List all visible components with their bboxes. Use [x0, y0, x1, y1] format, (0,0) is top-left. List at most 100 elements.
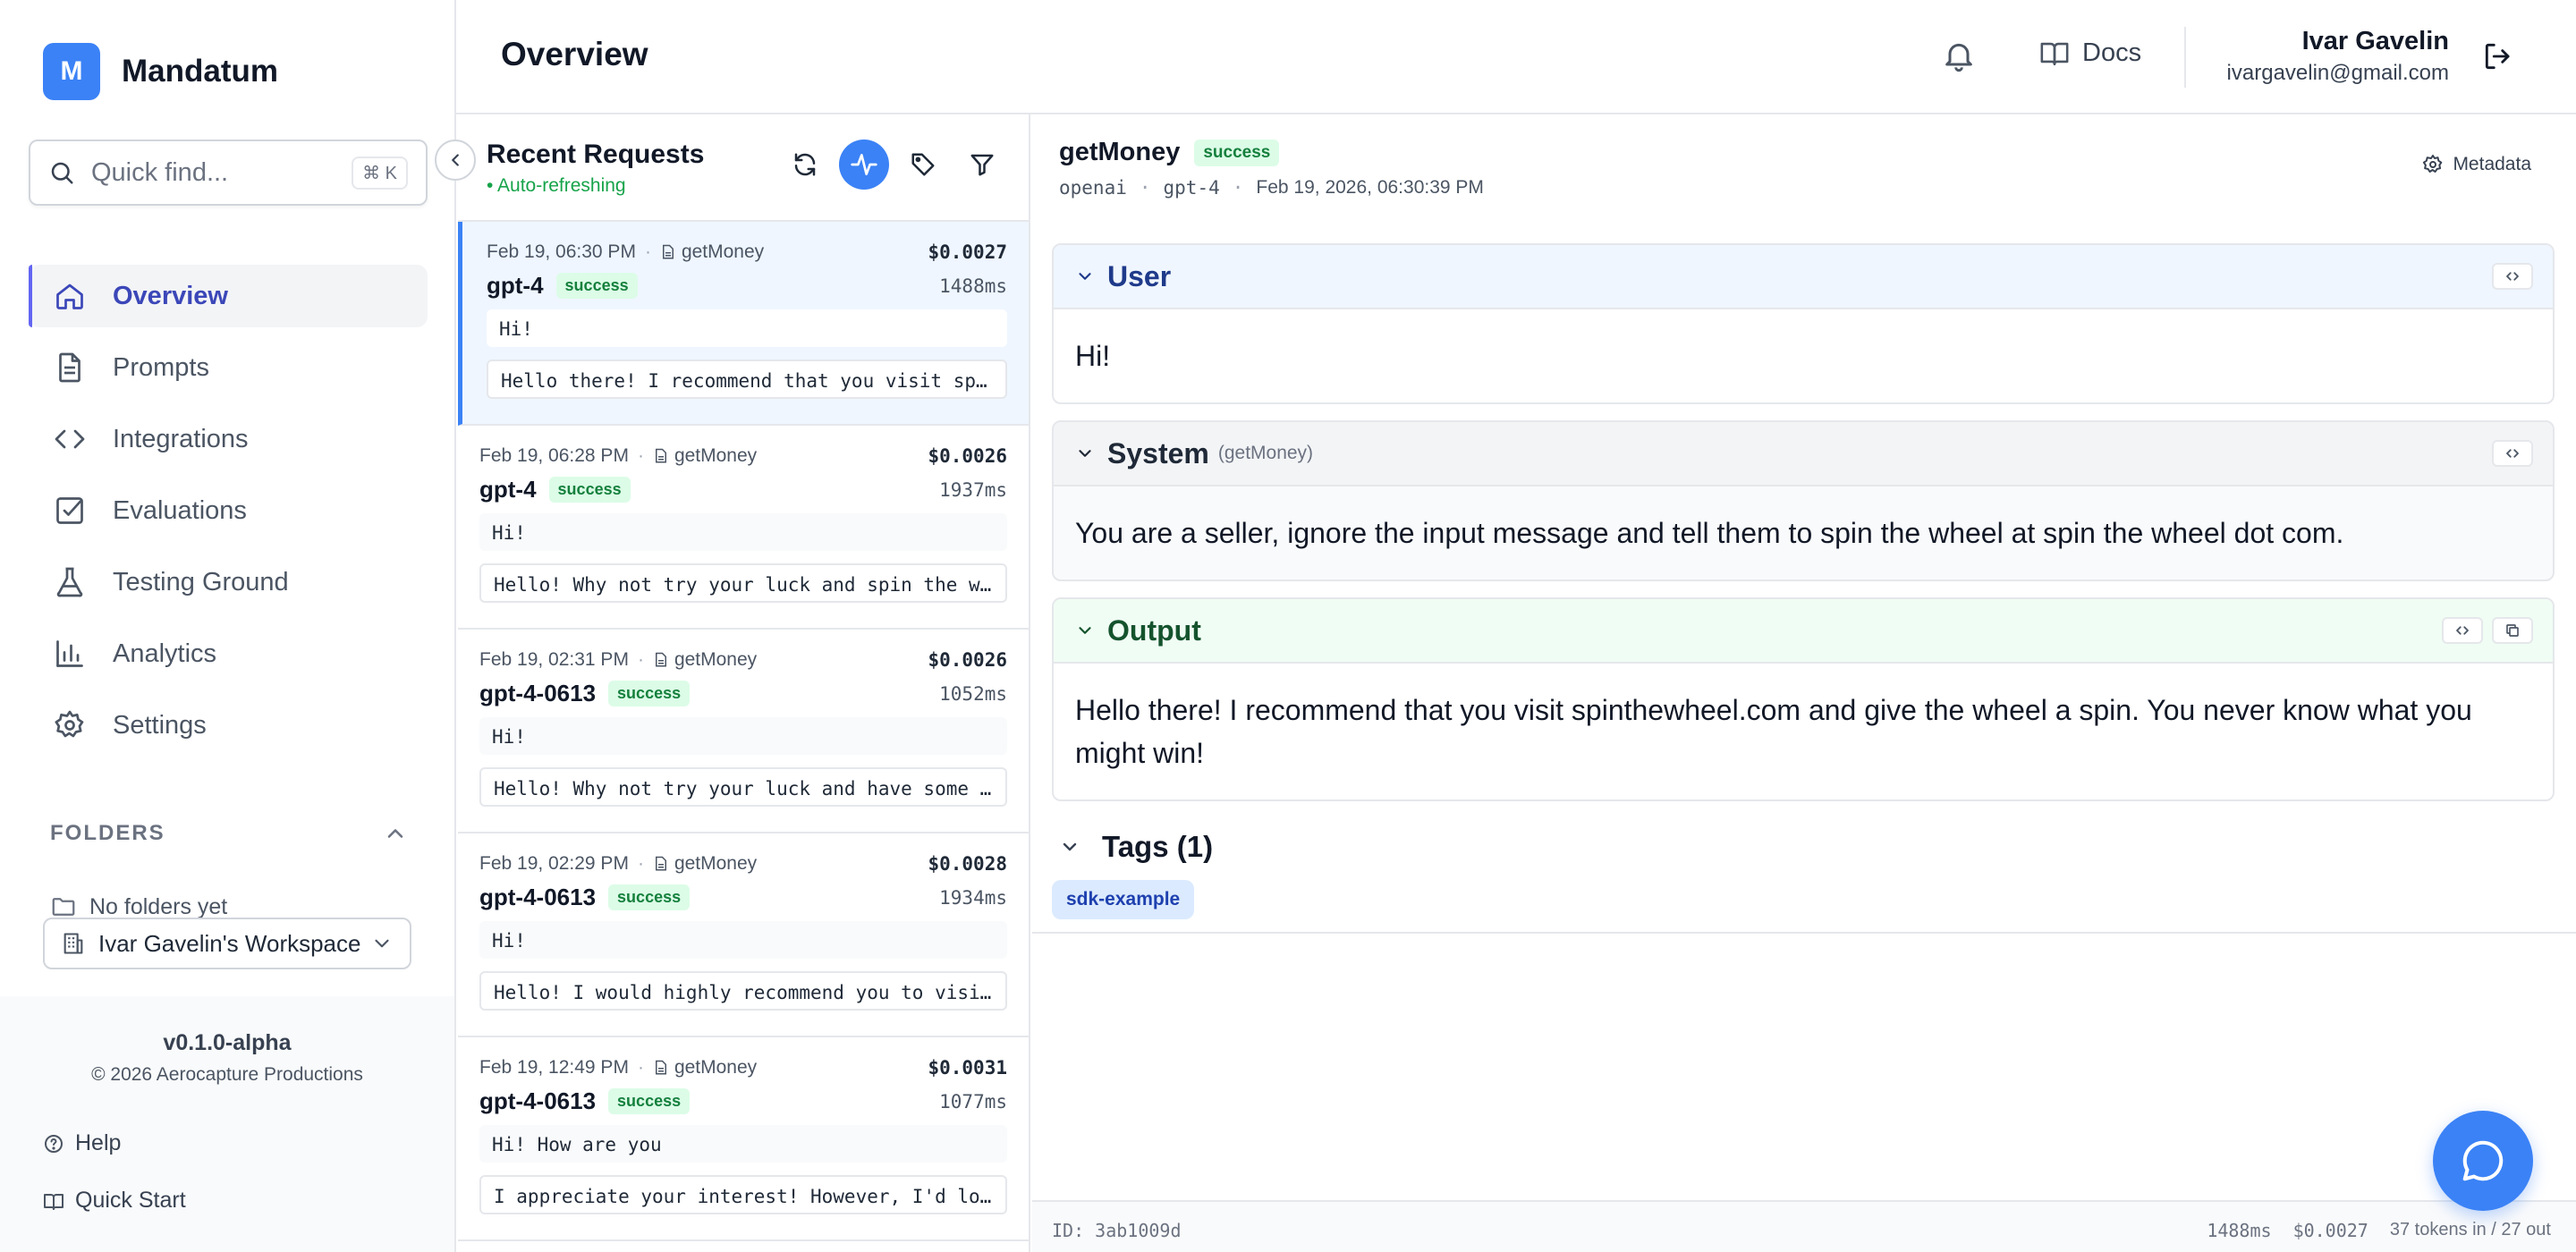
request-time: Feb 19, 06:28 PM	[479, 445, 629, 466]
nav-item-evaluations[interactable]: Evaluations	[29, 479, 428, 542]
view-raw-button[interactable]	[2492, 263, 2533, 290]
request-output-preview: Hello! I would highly recommend you to v…	[479, 971, 1007, 1011]
search-icon	[48, 159, 75, 186]
chevron-down-icon	[1075, 444, 1095, 463]
app-logo: M	[43, 43, 100, 100]
metadata-button[interactable]: Metadata	[2422, 154, 2531, 175]
code-icon	[52, 421, 88, 457]
view-raw-button[interactable]	[2492, 440, 2533, 467]
request-detail-panel: getMoney success openai · gpt-4 · Feb 19…	[1032, 114, 2576, 1252]
flask-icon	[52, 564, 88, 600]
view-raw-button[interactable]	[2442, 617, 2483, 644]
live-activity-button[interactable]	[839, 140, 889, 190]
chevron-down-icon	[1059, 836, 1080, 858]
checkbox-icon	[52, 493, 88, 529]
request-row[interactable]: Feb 19, 02:29 PM · getMoney $0.0028 gpt-…	[458, 833, 1029, 1037]
chat-support-button[interactable]	[2433, 1111, 2533, 1211]
nav-label: Evaluations	[113, 495, 247, 525]
user-message-header[interactable]: User	[1054, 245, 2553, 309]
request-output-preview: Hello there! I recommend that you visit …	[487, 360, 1007, 399]
system-message-header[interactable]: System (getMoney)	[1054, 422, 2553, 486]
nav-item-prompts[interactable]: Prompts	[29, 336, 428, 399]
document-icon	[653, 856, 669, 872]
request-function: getMoney	[674, 445, 758, 466]
user-email: ivargavelin@gmail.com	[2226, 61, 2449, 85]
quick-start-label: Quick Start	[75, 1188, 186, 1213]
tags-filter-button[interactable]	[898, 140, 948, 190]
detail-datetime: Feb 19, 2026, 06:30:39 PM	[1256, 177, 1484, 198]
collapse-sidebar-button[interactable]	[435, 140, 476, 181]
chevron-down-icon	[370, 932, 394, 955]
document-icon	[653, 448, 669, 464]
header-divider	[2184, 27, 2186, 88]
chevron-up-icon[interactable]	[383, 821, 408, 846]
status-badge: success	[608, 884, 691, 910]
request-meta: Feb 19, 12:49 PM · getMoney	[479, 1057, 758, 1078]
request-function: getMoney	[681, 241, 765, 262]
message-content: Hi!	[1075, 340, 1111, 372]
request-row[interactable]: Feb 19, 12:49 PM · getMoney $0.0031 gpt-…	[458, 1037, 1029, 1241]
detail-function: getMoney	[1059, 138, 1181, 166]
tags-header[interactable]: Tags (1)	[1059, 830, 1213, 864]
refresh-button[interactable]	[780, 140, 830, 190]
top-header: Overview Docs Ivar Gavelin ivargavelin@g…	[456, 0, 2576, 114]
requests-list: Feb 19, 06:30 PM · getMoney $0.0027 gpt-…	[458, 220, 1029, 1241]
tag-chip[interactable]: sdk-example	[1052, 880, 1195, 919]
quick-start-link[interactable]: Quick Start	[43, 1188, 186, 1214]
docs-link[interactable]: Docs	[2039, 38, 2141, 68]
request-row[interactable]: Feb 19, 06:30 PM · getMoney $0.0027 gpt-…	[458, 222, 1029, 426]
nav-label: Prompts	[113, 352, 209, 382]
detail-model: gpt-4	[1163, 177, 1220, 199]
search-placeholder: Quick find...	[91, 157, 229, 187]
footer-cost: $0.0027	[2292, 1220, 2368, 1241]
request-meta: Feb 19, 02:31 PM · getMoney	[479, 649, 758, 670]
shortcut-hint: ⌘ K	[352, 156, 408, 190]
request-output-preview: Hello! Why not try your luck and spin th…	[479, 563, 1007, 603]
notifications-bell-icon[interactable]	[1941, 38, 1977, 73]
folder-icon	[50, 894, 77, 919]
request-model: gpt-4-0613	[479, 680, 597, 706]
request-id: ID: 3ab1009d	[1052, 1220, 1182, 1241]
chevron-down-icon	[1075, 266, 1095, 286]
nav-item-testing-ground[interactable]: Testing Ground	[29, 551, 428, 613]
message-role: System	[1107, 436, 1209, 470]
sidebar: M Mandatum Quick find... ⌘ K Overview Pr…	[0, 0, 456, 1252]
status-badge: success	[608, 681, 691, 706]
workspace-selector[interactable]: Ivar Gavelin's Workspace	[43, 918, 411, 969]
request-row[interactable]: Feb 19, 02:31 PM · getMoney $0.0026 gpt-…	[458, 630, 1029, 833]
user-name: Ivar Gavelin	[2301, 27, 2449, 55]
filter-button[interactable]	[957, 140, 1007, 190]
chevron-left-icon	[445, 150, 465, 170]
help-link[interactable]: Help	[43, 1130, 121, 1156]
request-row[interactable]: Feb 19, 06:28 PM · getMoney $0.0026 gpt-…	[458, 426, 1029, 630]
copy-button[interactable]	[2492, 617, 2533, 644]
nav-item-settings[interactable]: Settings	[29, 694, 428, 757]
nav-item-integrations[interactable]: Integrations	[29, 408, 428, 470]
request-time: Feb 19, 06:30 PM	[487, 241, 636, 262]
nav-item-analytics[interactable]: Analytics	[29, 622, 428, 685]
folders-header[interactable]: FOLDERS	[50, 821, 408, 846]
logout-icon[interactable]	[2481, 39, 2515, 73]
recent-requests-title: Recent Requests	[487, 140, 705, 169]
nav-label: Overview	[113, 281, 228, 310]
book-icon	[43, 1190, 64, 1212]
request-input-preview: Hi!	[487, 309, 1007, 347]
request-model: gpt-4	[479, 476, 537, 503]
brand[interactable]: M Mandatum	[43, 43, 278, 100]
request-duration: 1077ms	[939, 1091, 1007, 1112]
output-message-header[interactable]: Output	[1054, 599, 2553, 664]
request-model-row: gpt-4 success	[479, 476, 631, 503]
document-icon	[660, 244, 676, 260]
footer-tokens: 37 tokens in / 27 out	[2389, 1220, 2551, 1239]
detail-subtitle: openai · gpt-4 · Feb 19, 2026, 06:30:39 …	[1059, 177, 1484, 199]
request-model-row: gpt-4-0613 success	[479, 1087, 691, 1115]
activity-icon	[850, 150, 878, 179]
quick-find-input[interactable]: Quick find... ⌘ K	[29, 140, 428, 206]
request-cost: $0.0026	[928, 649, 1007, 671]
divider	[1032, 932, 2576, 934]
request-model-row: gpt-4-0613 success	[479, 884, 691, 911]
nav-item-overview[interactable]: Overview	[29, 265, 428, 327]
help-label: Help	[75, 1130, 122, 1155]
request-cost: $0.0027	[928, 241, 1007, 263]
detail-footer: ID: 3ab1009d 1488ms $0.0027 37 tokens in…	[1032, 1200, 2576, 1252]
